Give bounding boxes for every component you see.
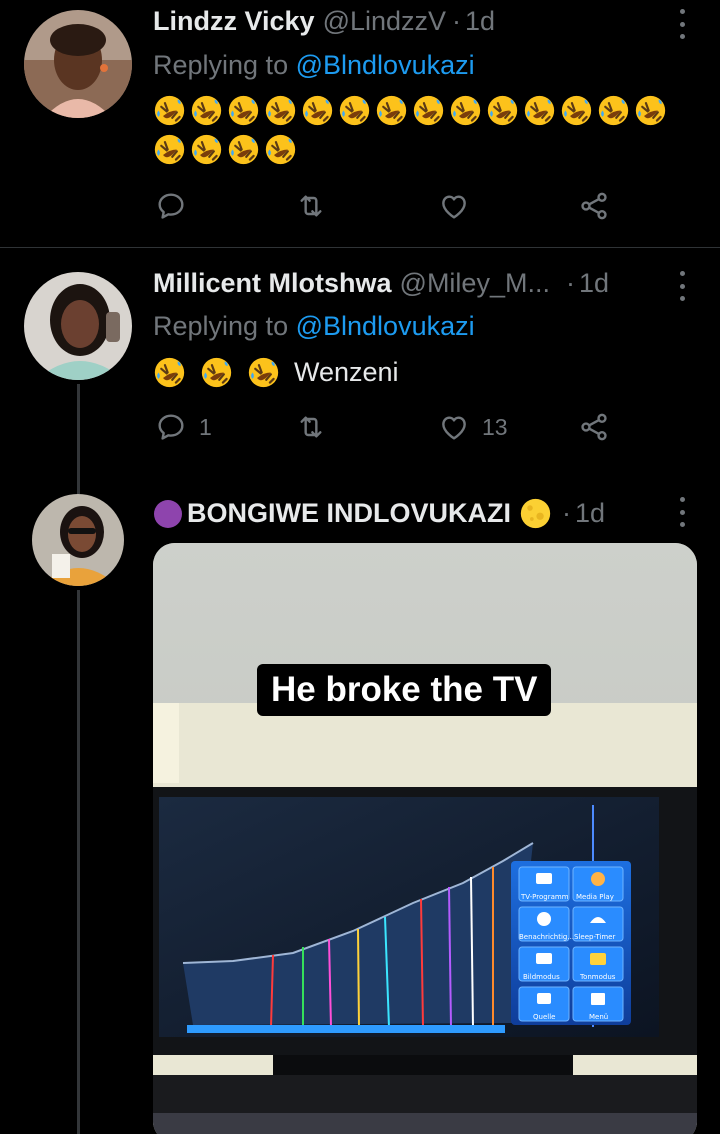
avatar[interactable]: [24, 272, 132, 380]
avatar[interactable]: [32, 494, 124, 586]
tweet-header: BONGIWE INDLOVUKAZI · 1d: [153, 497, 605, 530]
like-icon: [442, 195, 466, 219]
reply-icon: [158, 193, 184, 219]
like-button[interactable]: 13: [438, 411, 508, 443]
rolling-on-floor-laughing-icon: [247, 356, 280, 389]
replying-to: Replying to @Blndlovukazi: [153, 311, 475, 342]
rolling-on-floor-laughing-icon: [227, 133, 260, 166]
like-count: 13: [482, 413, 508, 440]
rolling-on-floor-laughing-icon: [190, 133, 223, 166]
reply-button[interactable]: [155, 190, 187, 222]
rolling-on-floor-laughing-icon: [227, 94, 260, 127]
tweet-header: Lindzz Vicky @LindzzV · 1d: [153, 6, 495, 37]
tv-menu-label: Quelle: [533, 1013, 556, 1021]
tv-menu-label: Sleep-Timer: [574, 933, 616, 941]
thread-line: [77, 590, 80, 1134]
avatar[interactable]: [24, 10, 132, 118]
tv-menu-label: TV-Programm: [521, 893, 569, 901]
rolling-on-floor-laughing-icon: [486, 94, 519, 127]
tweet-text: [153, 94, 683, 166]
rolling-on-floor-laughing-icon: [375, 94, 408, 127]
reply-button[interactable]: 1: [155, 411, 212, 443]
full-moon-icon: [520, 498, 551, 529]
separator-dot: ·: [452, 6, 462, 36]
share-button[interactable]: [578, 190, 610, 222]
tv-menu-label: Media Play: [576, 893, 614, 901]
rolling-on-floor-laughing-icon: [412, 94, 445, 127]
replying-label: Replying to: [153, 50, 289, 80]
author-name[interactable]: BONGIWE INDLOVUKAZI: [187, 498, 511, 529]
tweet-actions: [155, 190, 615, 230]
tweet-actions: 1 13: [155, 411, 615, 451]
timestamp[interactable]: 1d: [575, 498, 605, 529]
author-handle[interactable]: @Miley_M...: [400, 268, 550, 299]
author-name[interactable]: Millicent Mlotshwa: [153, 268, 392, 299]
replying-label: Replying to: [153, 311, 289, 341]
more-icon[interactable]: [674, 9, 690, 39]
rolling-on-floor-laughing-icon: [264, 94, 297, 127]
timestamp[interactable]: 1d: [465, 6, 495, 37]
replying-to: Replying to @Blndlovukazi: [153, 50, 475, 81]
author-name[interactable]: Lindzz Vicky: [153, 6, 315, 37]
thread-line: [77, 478, 80, 494]
tweet-body: Wenzeni: [294, 357, 399, 387]
reply-icon: [158, 414, 184, 440]
more-icon[interactable]: [674, 497, 690, 527]
rolling-on-floor-laughing-icon: [153, 133, 186, 166]
timestamp[interactable]: 1d: [579, 268, 609, 299]
share-icon: [581, 192, 607, 220]
rolling-on-floor-laughing-icon: [190, 94, 223, 127]
rolling-on-floor-laughing-icon: [301, 94, 334, 127]
thread-line: [77, 384, 80, 478]
separator-dot: ·: [562, 498, 571, 528]
mention-link[interactable]: @Blndlovukazi: [296, 311, 475, 341]
share-icon: [581, 413, 607, 441]
tweet-2[interactable]: Millicent Mlotshwa @Miley_M... · 1d Repl…: [0, 248, 720, 478]
rolling-on-floor-laughing-icon: [153, 94, 186, 127]
rolling-on-floor-laughing-icon: [634, 94, 667, 127]
rolling-on-floor-laughing-icon: [264, 133, 297, 166]
rolling-on-floor-laughing-icon: [449, 94, 482, 127]
rolling-on-floor-laughing-icon: [597, 94, 630, 127]
retweet-icon: [300, 416, 322, 438]
retweet-icon: [300, 195, 322, 217]
mention-link[interactable]: @Blndlovukazi: [296, 50, 475, 80]
tweet-header: Millicent Mlotshwa @Miley_M... · 1d: [153, 268, 609, 299]
like-icon: [442, 416, 466, 440]
tv-menu-label: Bildmodus: [523, 973, 560, 981]
purple-circle-icon: [154, 499, 182, 528]
media-image[interactable]: TV-Programm Media Play Benachrichtig... …: [153, 543, 697, 1134]
reply-count: 1: [199, 413, 212, 440]
author-handle[interactable]: @LindzzV: [323, 6, 446, 37]
tv-menu-label: Benachrichtig...: [519, 933, 575, 941]
share-button[interactable]: [578, 411, 610, 443]
separator-dot: ·: [565, 268, 575, 298]
tv-menu-label: Tonmodus: [580, 973, 616, 981]
retweet-button[interactable]: [295, 190, 327, 222]
rolling-on-floor-laughing-icon: [200, 356, 233, 389]
retweet-button[interactable]: [295, 411, 327, 443]
rolling-on-floor-laughing-icon: [153, 356, 186, 389]
tweet-text: Wenzeni: [153, 356, 399, 389]
tv-menu-label: Menü: [589, 1013, 609, 1021]
rolling-on-floor-laughing-icon: [523, 94, 556, 127]
rolling-on-floor-laughing-icon: [560, 94, 593, 127]
tweet-1[interactable]: Lindzz Vicky @LindzzV · 1d Replying to @…: [0, 0, 720, 248]
like-button[interactable]: [438, 190, 470, 222]
rolling-on-floor-laughing-icon: [338, 94, 371, 127]
story-caption: He broke the TV: [257, 664, 552, 716]
broken-tv-photo: [153, 543, 697, 1134]
more-icon[interactable]: [674, 271, 690, 301]
